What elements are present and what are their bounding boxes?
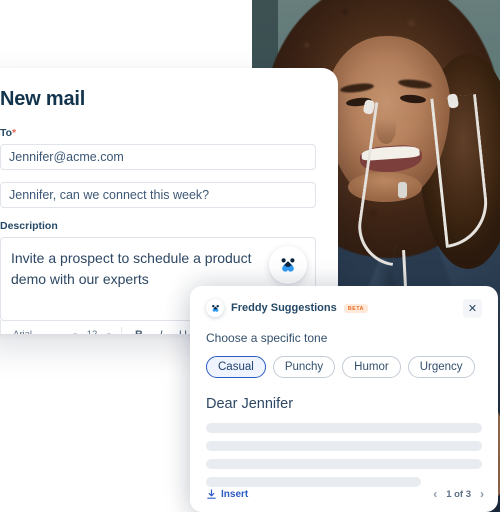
skeleton-line: [206, 459, 482, 469]
to-label-text: To: [0, 127, 13, 139]
tone-chip-punchy[interactable]: Punchy: [272, 356, 336, 378]
tone-prompt-label: Choose a specific tone: [206, 331, 328, 345]
toolbar-divider: [121, 326, 122, 334]
subject-input-value: Jennifer, can we connect this week?: [9, 188, 210, 202]
font-size-select[interactable]: 12: [81, 329, 103, 334]
download-icon: [207, 488, 216, 499]
font-family-select[interactable]: Arial: [7, 329, 69, 334]
description-value: Invite a prospect to schedule a product …: [11, 250, 252, 287]
suggestion-pager: ‹ 1 of 3 ›: [433, 488, 484, 500]
prev-suggestion-button[interactable]: ‹: [433, 488, 437, 500]
next-suggestion-button[interactable]: ›: [480, 488, 484, 500]
freddy-suggestions-panel: Freddy Suggestions BETA ✕ Choose a speci…: [190, 286, 498, 512]
italic-button[interactable]: I: [150, 329, 172, 335]
to-field-label: To*: [0, 127, 316, 139]
to-input-value: Jennifer@acme.com: [9, 150, 124, 164]
insert-button[interactable]: Insert: [206, 489, 248, 500]
skeleton-line: [206, 423, 482, 433]
page-title: New mail: [0, 88, 86, 110]
freddy-panel-header: Freddy Suggestions BETA ✕: [206, 298, 482, 318]
bold-button[interactable]: B: [128, 329, 150, 335]
tone-chip-casual[interactable]: Casual: [206, 356, 266, 378]
freddy-avatar[interactable]: [269, 246, 307, 284]
tone-chip-group: Casual Punchy Humor Urgency: [206, 356, 482, 378]
chevron-down-icon[interactable]: ▾: [103, 331, 115, 335]
skeleton-line: [206, 441, 482, 451]
close-icon[interactable]: ✕: [463, 298, 482, 318]
insert-button-label: Insert: [221, 488, 249, 500]
tone-chip-urgency[interactable]: Urgency: [407, 356, 475, 378]
subject-input[interactable]: Jennifer, can we connect this week?: [0, 182, 316, 208]
beta-badge: BETA: [343, 303, 368, 313]
required-marker: *: [12, 128, 16, 139]
pager-text: 1 of 3: [446, 488, 471, 500]
tone-chip-humor[interactable]: Humor: [342, 356, 401, 378]
suggestion-body-placeholder: [206, 423, 482, 487]
freddy-panel-title: Freddy Suggestions: [231, 302, 337, 314]
freddy-logo-icon: [206, 299, 224, 317]
description-field-label: Description: [0, 220, 58, 232]
to-input[interactable]: Jennifer@acme.com: [0, 144, 316, 170]
freddy-panel-footer: Insert ‹ 1 of 3 ›: [206, 488, 484, 500]
chevron-down-icon[interactable]: ▾: [69, 331, 81, 335]
suggestion-greeting: Dear Jennifer: [206, 396, 294, 412]
skeleton-line: [206, 477, 422, 487]
